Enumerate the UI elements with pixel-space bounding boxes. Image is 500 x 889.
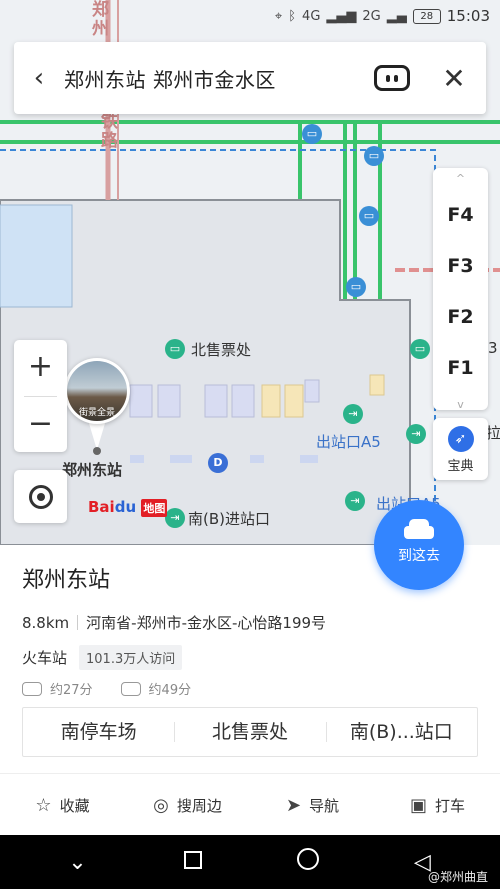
location-icon: ⌖ (274, 8, 283, 24)
car-icon (22, 681, 42, 696)
battery-icon: 28 (412, 8, 441, 24)
baidu-paw-icon: du (114, 498, 137, 516)
navigate-icon: ➤ (285, 794, 302, 816)
zoom-in-button[interactable]: + (14, 340, 67, 396)
pin-icon: ◎ (153, 794, 169, 816)
signal-bars-icon: ▂▄ (386, 8, 407, 24)
floor-f3[interactable]: F3 (433, 241, 488, 292)
eta-bus: 约49分 (148, 683, 192, 698)
map-label-partial: 3 (488, 339, 498, 357)
streetview-pin[interactable]: 街景全景 (64, 358, 130, 424)
taxi-icon: ▣ (409, 794, 427, 816)
floor-selector[interactable]: ^ F4 F3 F2 F1 v (433, 168, 488, 411)
bus-icon (120, 681, 141, 696)
floor-f4[interactable]: F4 (433, 190, 488, 241)
bus-stop-icon[interactable]: ▭ (359, 206, 379, 226)
exit-icon[interactable]: ⇥ (406, 424, 426, 444)
bus-stop-icon[interactable]: ▭ (346, 277, 366, 297)
place-address: 河南省-郑州市-金水区-心怡路199号 (86, 614, 327, 632)
eta-car: 约27分 (50, 683, 93, 698)
search-bar[interactable]: ‹ 郑州东站 郑州市金水区 ✕ (14, 42, 486, 114)
recents-button[interactable] (173, 850, 213, 875)
entrance-icon[interactable]: ⇥ (165, 508, 185, 528)
clock: 15:03 (446, 7, 490, 25)
system-nav-bar: ⌄ ◁ (0, 835, 500, 889)
watermark: @郑州曲直 (427, 870, 488, 884)
ticket-office-icon[interactable]: ▭ (165, 339, 185, 359)
back-arrow-icon[interactable]: ‹ (14, 42, 64, 114)
streetview-caption: 街景全景 (78, 408, 115, 418)
entrance-d-icon[interactable]: D (208, 453, 228, 473)
exit-icon[interactable]: ⇥ (345, 491, 365, 511)
baodian-button[interactable]: ➶ 宝典 (433, 418, 488, 480)
baodian-label: 宝典 (447, 459, 474, 474)
signal-bars-icon: ▂▄▆ (326, 8, 357, 24)
map-label-partial-right: 拉 (486, 424, 500, 442)
chevron-down-icon[interactable]: v (433, 394, 488, 416)
eta-row: 约27分 约49分 (22, 679, 191, 698)
place-category: 火车站 (22, 649, 68, 667)
floor-f1[interactable]: F1 (433, 343, 488, 394)
bluetooth-icon: ᛒ (288, 8, 297, 24)
star-icon: ☆ (35, 794, 52, 816)
signal-2g-icon: 2G (362, 8, 381, 24)
locate-button[interactable] (14, 470, 67, 523)
map-label-north-ticket[interactable]: 北售票处 (191, 339, 251, 360)
zoom-control[interactable]: + − (14, 340, 67, 452)
bus-stop-icon[interactable]: ▭ (302, 124, 322, 144)
status-bar: ⌖ ᛒ 4G ▂▄▆ 2G ▂▄ 28 15:03 (0, 0, 500, 34)
exit-icon[interactable]: ⇥ (343, 404, 363, 424)
action-bar: ☆ 收藏 ◎ 搜周边 ➤ 导航 ▣ 打车 (0, 785, 500, 825)
car-icon (404, 519, 434, 541)
sub-poi-bar: 南停车场 北售票处 南(B)...站口 (22, 707, 478, 757)
nav-down-icon[interactable]: ⌄ (58, 850, 98, 875)
sub-poi-south-entrance[interactable]: 南(B)...站口 (325, 708, 477, 756)
chevron-up-icon[interactable]: ^ (433, 168, 488, 190)
compass-icon: ➶ (447, 426, 474, 452)
search-query[interactable]: 郑州东站 郑州市金水区 (64, 64, 374, 93)
navigate-button[interactable]: ➤ 导航 (250, 785, 375, 825)
sub-poi-north-ticket[interactable]: 北售票处 (174, 708, 325, 756)
pin-dot (93, 447, 101, 455)
map-label-exit-a5[interactable]: 出站口A5 (316, 431, 381, 452)
visits-badge: 101.3万人访问 (79, 645, 183, 670)
sub-poi-south-parking[interactable]: 南停车场 (23, 708, 174, 756)
bus-stop-icon[interactable]: ▭ (364, 146, 384, 166)
map-label-station[interactable]: 郑州东站 (62, 459, 122, 480)
divider (0, 773, 500, 774)
home-button[interactable] (288, 848, 328, 876)
place-category-row: 火车站 101.3万人访问 (22, 645, 183, 670)
favorite-button[interactable]: ☆ 收藏 (0, 785, 125, 825)
go-here-button[interactable]: 到这去 (374, 500, 464, 590)
close-icon[interactable]: ✕ (436, 62, 472, 95)
place-address-row: 8.8km 河南省-郑州市-金水区-心怡路199号 (22, 612, 326, 633)
voice-assistant-icon[interactable] (374, 65, 410, 91)
search-nearby-button[interactable]: ◎ 搜周边 (125, 785, 250, 825)
pin-tail (88, 420, 106, 450)
place-distance: 8.8km (22, 614, 70, 632)
signal-4g-icon: 4G (302, 8, 321, 24)
baidu-map-logo: Baidu 地图 (88, 498, 168, 517)
locate-icon (28, 484, 53, 509)
go-here-label: 到这去 (398, 548, 440, 564)
map-label-south-entrance[interactable]: 南(B)进站口 (188, 508, 270, 529)
taxi-button[interactable]: ▣ 打车 (375, 785, 500, 825)
place-title: 郑州东站 (22, 568, 111, 593)
zoom-out-button[interactable]: − (14, 397, 67, 453)
floor-f2[interactable]: F2 (433, 292, 488, 343)
ticket-office-icon[interactable]: ▭ (410, 339, 430, 359)
